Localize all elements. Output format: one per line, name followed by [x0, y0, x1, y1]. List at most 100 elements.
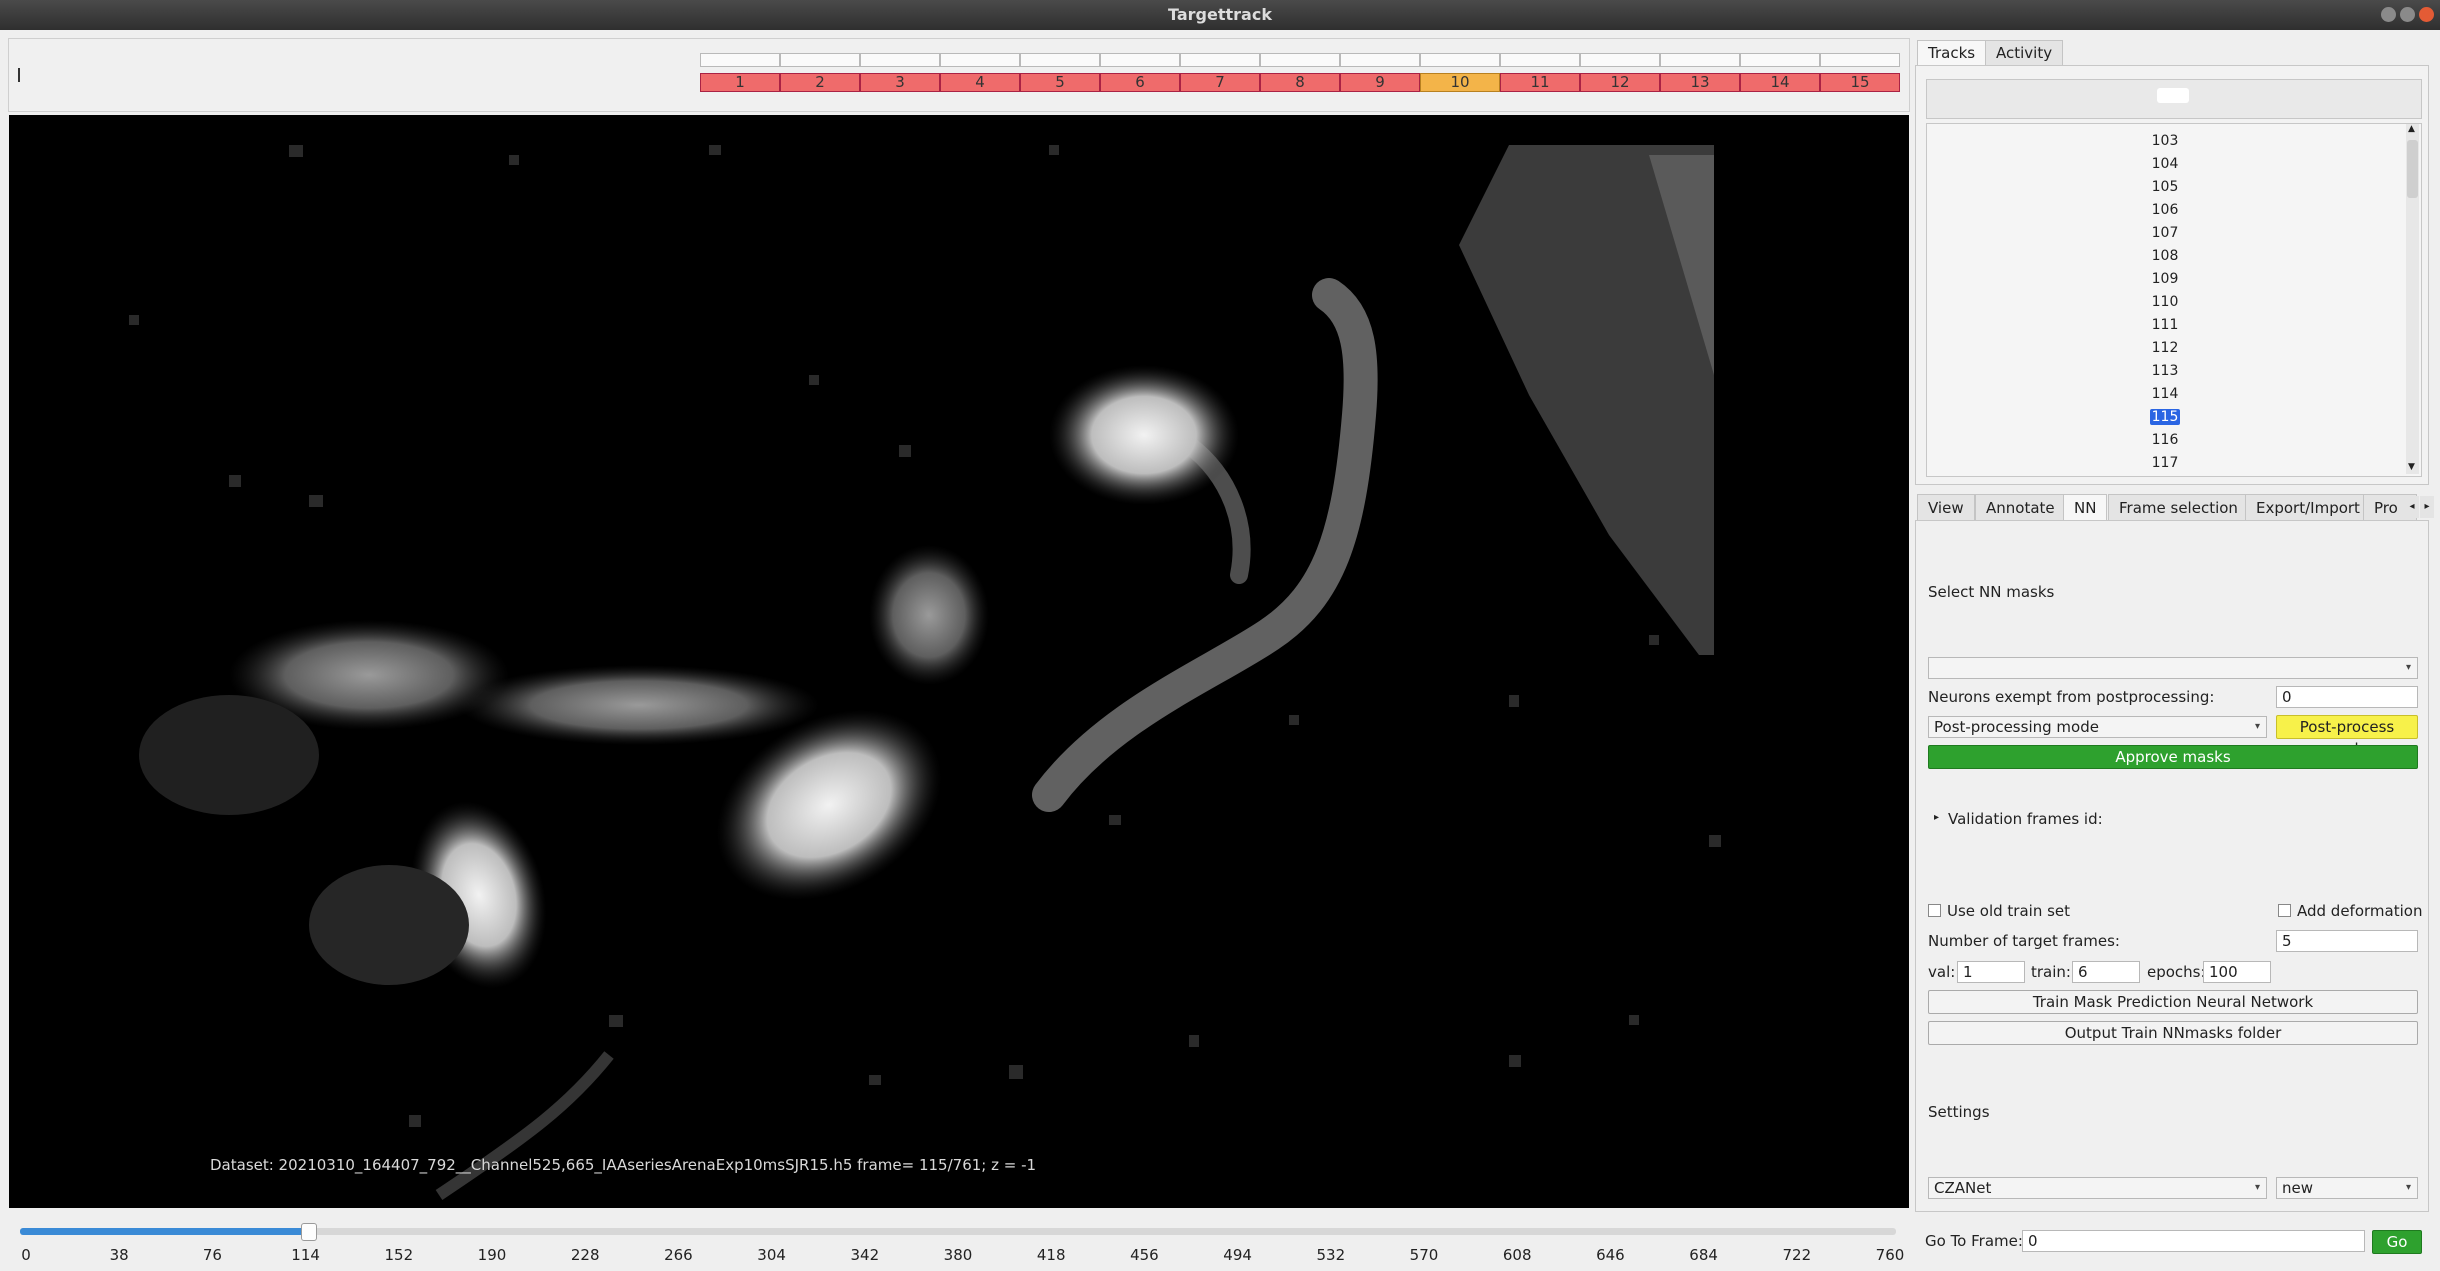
val-input[interactable]: 1 — [1957, 961, 2025, 983]
track-list-item[interactable]: 103 — [2150, 133, 2180, 149]
epochs-label: epochs: — [2147, 963, 2206, 981]
track-list-item[interactable]: 113 — [2150, 363, 2180, 379]
frame-cell[interactable]: 2 — [780, 73, 860, 92]
go-button[interactable]: Go — [2372, 1230, 2422, 1254]
frame-cell-top — [860, 53, 940, 67]
slider-tick-label: 418 — [1036, 1246, 1066, 1264]
dataset-info: Dataset: 20210310_164407_792__Channel525… — [210, 1156, 1037, 1174]
version-select[interactable]: new ▾ — [2276, 1177, 2418, 1199]
model-select[interactable]: CZANet ▾ — [1928, 1177, 2267, 1199]
tab-view[interactable]: View — [1917, 494, 1975, 521]
frame-cell[interactable]: 5 — [1020, 73, 1100, 92]
scroll-down-icon[interactable]: ▼ — [2408, 462, 2415, 472]
tracks-scrollbar-thumb[interactable] — [2407, 140, 2418, 198]
image-viewer[interactable] — [9, 115, 1909, 1208]
track-list-item[interactable]: 114 — [2150, 386, 2180, 402]
frame-cell-top — [1260, 53, 1340, 67]
train-nn-button[interactable]: Train Mask Prediction Neural Network — [1928, 990, 2418, 1014]
track-list-item[interactable]: 104 — [2150, 156, 2180, 172]
frame-cell[interactable]: 7 — [1180, 73, 1260, 92]
slider-tick-label: 646 — [1596, 1246, 1625, 1264]
text-cursor — [18, 68, 20, 82]
target-frames-label: Number of target frames: — [1928, 932, 2120, 950]
track-list-item[interactable]: 117 — [2150, 455, 2180, 471]
frame-cell[interactable]: 15 — [1820, 73, 1900, 92]
frame-cell[interactable]: 4 — [940, 73, 1020, 92]
track-list-item[interactable]: 115 — [2150, 409, 2180, 425]
epochs-input[interactable]: 100 — [2203, 961, 2271, 983]
frame-cell[interactable]: 10 — [1420, 73, 1500, 92]
train-input[interactable]: 6 — [2072, 961, 2140, 983]
slider-tick-label: 722 — [1782, 1246, 1812, 1264]
slider-tick-label: 114 — [291, 1246, 320, 1264]
frame-cell[interactable]: 8 — [1260, 73, 1340, 92]
validation-frames-label: Validation frames id: — [1948, 810, 2103, 828]
tab-annotate[interactable]: Annotate — [1975, 494, 2066, 521]
frame-cell[interactable]: 3 — [860, 73, 940, 92]
approve-masks-button[interactable]: Approve masks — [1928, 745, 2418, 769]
frame-cell-top — [1820, 53, 1900, 67]
tab-export-import[interactable]: Export/Import — [2245, 494, 2371, 521]
track-list-item[interactable]: 105 — [2150, 179, 2180, 195]
tab-scroll-right-icon[interactable]: ▸ — [2420, 496, 2434, 518]
frame-slider-handle[interactable] — [301, 1223, 318, 1241]
use-old-train-checkbox[interactable] — [1928, 904, 1941, 917]
frame-cell-top — [1180, 53, 1260, 67]
slider-tick-label: 266 — [664, 1246, 693, 1264]
slider-tick-label: 608 — [1502, 1246, 1532, 1264]
frame-cell[interactable]: 11 — [1500, 73, 1580, 92]
frame-cell[interactable]: 6 — [1100, 73, 1180, 92]
maximize-icon[interactable] — [2400, 7, 2415, 22]
chevron-down-icon: ▾ — [2254, 721, 2260, 732]
track-list-item[interactable]: 106 — [2150, 202, 2180, 218]
track-list-item[interactable]: 110 — [2150, 294, 2180, 310]
slider-tick-label: 228 — [570, 1246, 600, 1264]
val-label: val: — [1928, 963, 1956, 981]
tracks-header-button[interactable] — [2157, 88, 2189, 103]
slider-tick-label: 152 — [384, 1246, 414, 1264]
tab-nn[interactable]: NN — [2063, 494, 2108, 521]
track-list-item[interactable]: 112 — [2150, 340, 2180, 356]
exempt-label: Neurons exempt from postprocessing: — [1928, 688, 2215, 706]
chevron-down-icon: ▾ — [2405, 1182, 2411, 1193]
chevron-down-icon: ▾ — [2254, 1182, 2260, 1193]
window-title-bar: Targettrack — [0, 0, 2440, 30]
nn-masks-select[interactable]: ▾ — [1928, 657, 2418, 679]
frame-cell[interactable]: 9 — [1340, 73, 1420, 92]
slider-tick-label: 304 — [757, 1246, 786, 1264]
frame-cell-top — [1660, 53, 1740, 67]
frame-cell[interactable]: 14 — [1740, 73, 1820, 92]
track-list-item[interactable]: 111 — [2150, 317, 2180, 333]
target-frames-input[interactable]: 5 — [2276, 930, 2418, 952]
output-train-folder-button[interactable]: Output Train NNmasks folder — [1928, 1021, 2418, 1045]
frame-cell[interactable]: 13 — [1660, 73, 1740, 92]
frame-cell[interactable]: 12 — [1580, 73, 1660, 92]
add-deformation-checkbox[interactable] — [2278, 904, 2291, 917]
track-list-item[interactable]: 108 — [2150, 248, 2180, 264]
slider-tick-label: 190 — [477, 1246, 507, 1264]
frame-cell-top — [1500, 53, 1580, 67]
model-select-value: CZANet — [1934, 1179, 1992, 1197]
expand-arrow-icon[interactable]: ▸ — [1934, 812, 1939, 823]
scroll-up-icon[interactable]: ▲ — [2408, 124, 2415, 134]
tab-tracks[interactable]: Tracks — [1917, 40, 1987, 66]
track-list-item[interactable]: 109 — [2150, 271, 2180, 287]
slider-tick-label: 38 — [109, 1246, 129, 1264]
track-list-item[interactable]: 107 — [2150, 225, 2180, 241]
frame-cell-top — [780, 53, 860, 67]
frame-cell-top — [700, 53, 780, 67]
tab-activity[interactable]: Activity — [1985, 40, 2064, 66]
track-list-item[interactable]: 116 — [2150, 432, 2180, 448]
slider-tick-label: 456 — [1130, 1246, 1159, 1264]
frame-slider-fill — [20, 1228, 309, 1235]
close-icon[interactable] — [2419, 7, 2434, 22]
exempt-input[interactable]: 0 — [2276, 686, 2418, 708]
goto-frame-input[interactable]: 0 — [2022, 1230, 2365, 1252]
tab-frame-selection[interactable]: Frame selection — [2108, 494, 2249, 521]
minimize-icon[interactable] — [2381, 7, 2396, 22]
postprocess-masks-button[interactable]: Post-process masks — [2276, 715, 2418, 758]
tab-scroll-left-icon[interactable]: ◂ — [2405, 496, 2419, 518]
slider-tick-label: 570 — [1409, 1246, 1439, 1264]
postprocess-mode-select[interactable]: Post-processing mode ▾ — [1928, 716, 2267, 738]
frame-cell[interactable]: 1 — [700, 73, 780, 92]
